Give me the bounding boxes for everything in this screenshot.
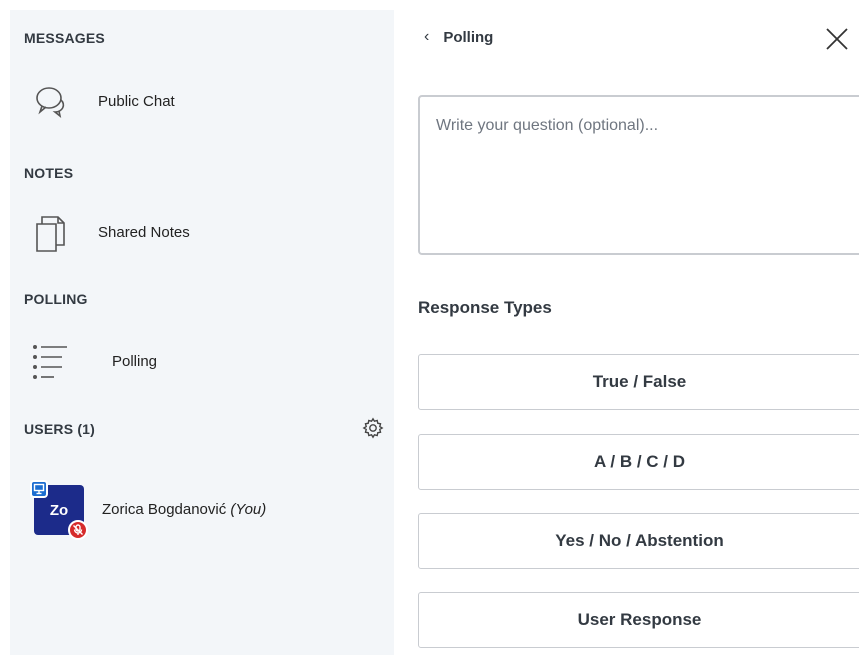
- user-full-name: Zorica Bogdanović: [102, 501, 227, 518]
- chat-bubbles-icon: [34, 85, 70, 119]
- microphone-muted-icon: [68, 520, 88, 540]
- yes-no-abstention-button[interactable]: Yes / No / Abstention: [418, 513, 859, 569]
- panel-header: ‹ Polling: [418, 20, 859, 60]
- avatar-initials: Zo: [49, 501, 69, 519]
- sidebar-item-shared-notes[interactable]: Shared Notes: [10, 208, 394, 258]
- button-label: True / False: [592, 372, 687, 391]
- sidebar-item-public-chat[interactable]: Public Chat: [10, 77, 394, 127]
- back-button[interactable]: ‹ Polling: [424, 28, 493, 46]
- presenter-icon: [30, 480, 48, 498]
- response-types-title: Response Types: [418, 298, 552, 317]
- user-list-item[interactable]: Zo Zorica Bogdanović (You): [10, 470, 394, 540]
- user-name: Zorica Bogdanović (You): [102, 501, 266, 518]
- you-indicator: (You): [230, 501, 267, 518]
- sidebar-item-label: Shared Notes: [98, 224, 190, 241]
- users-section-title: USERS (1): [24, 421, 96, 437]
- true-false-button[interactable]: True / False: [418, 354, 859, 410]
- sidebar-item-polling[interactable]: Polling: [10, 337, 394, 387]
- button-label: A / B / C / D: [594, 452, 685, 471]
- polling-section-title: POLLING: [24, 291, 88, 307]
- notes-section-title: NOTES: [24, 165, 74, 181]
- button-label: Yes / No / Abstention: [555, 531, 724, 550]
- user-response-button[interactable]: User Response: [418, 592, 859, 648]
- messages-section-title: MESSAGES: [24, 30, 105, 46]
- question-input[interactable]: [418, 95, 859, 255]
- close-icon[interactable]: [824, 26, 850, 52]
- sidebar-item-label: Polling: [112, 353, 158, 370]
- abcd-button[interactable]: A / B / C / D: [418, 434, 859, 490]
- sidebar: MESSAGES Public Chat NOTES Shared Notes …: [10, 10, 394, 655]
- list-icon: [32, 343, 68, 383]
- chevron-left-icon: ‹: [424, 28, 430, 45]
- panel-title: Polling: [443, 28, 494, 46]
- sidebar-item-label: Public Chat: [98, 93, 175, 110]
- gear-icon[interactable]: [362, 417, 384, 439]
- button-label: User Response: [577, 610, 702, 629]
- document-icon: [34, 214, 68, 254]
